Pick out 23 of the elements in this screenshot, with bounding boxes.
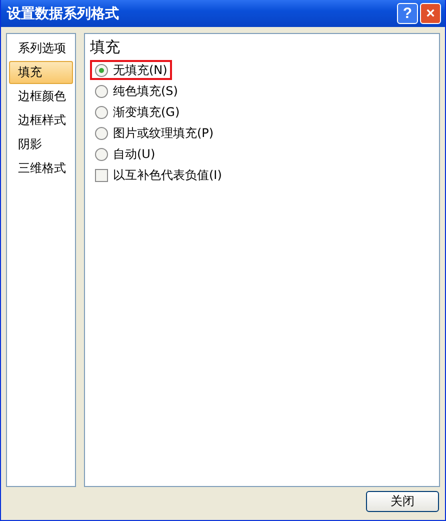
section-heading: 填充 bbox=[90, 38, 121, 57]
radio-button[interactable] bbox=[95, 148, 108, 160]
sidebar-item[interactable]: 阴影 bbox=[9, 133, 73, 156]
radio-button[interactable] bbox=[95, 126, 108, 140]
radio-button[interactable] bbox=[95, 106, 108, 118]
radio-button[interactable] bbox=[95, 84, 108, 98]
radio-button[interactable] bbox=[95, 64, 108, 76]
sidebar-item[interactable]: 系列选项 bbox=[9, 37, 73, 60]
option-label[interactable]: 渐变填充(G) bbox=[113, 104, 180, 120]
sidebar-item[interactable]: 填充 bbox=[9, 61, 73, 84]
option-label[interactable]: 图片或纹理填充(P) bbox=[113, 124, 214, 142]
option-label[interactable]: 以互补色代表负值(I) bbox=[113, 166, 222, 184]
option-label[interactable]: 自动(U) bbox=[113, 146, 156, 162]
window-title: 设置数据系列格式 bbox=[7, 4, 120, 22]
sidebar-item[interactable]: 边框颜色 bbox=[9, 85, 73, 108]
close-button[interactable]: × bbox=[420, 3, 441, 24]
option-label[interactable]: 无填充(N) bbox=[113, 62, 168, 78]
option-label[interactable]: 纯色填充(S) bbox=[113, 82, 178, 100]
help-button[interactable]: ? bbox=[397, 3, 418, 24]
checkbox[interactable] bbox=[95, 168, 108, 182]
close-dialog-button[interactable]: 关闭 bbox=[366, 491, 439, 512]
sidebar-item[interactable]: 三维格式 bbox=[9, 157, 73, 180]
sidebar-item[interactable]: 边框样式 bbox=[9, 109, 73, 132]
